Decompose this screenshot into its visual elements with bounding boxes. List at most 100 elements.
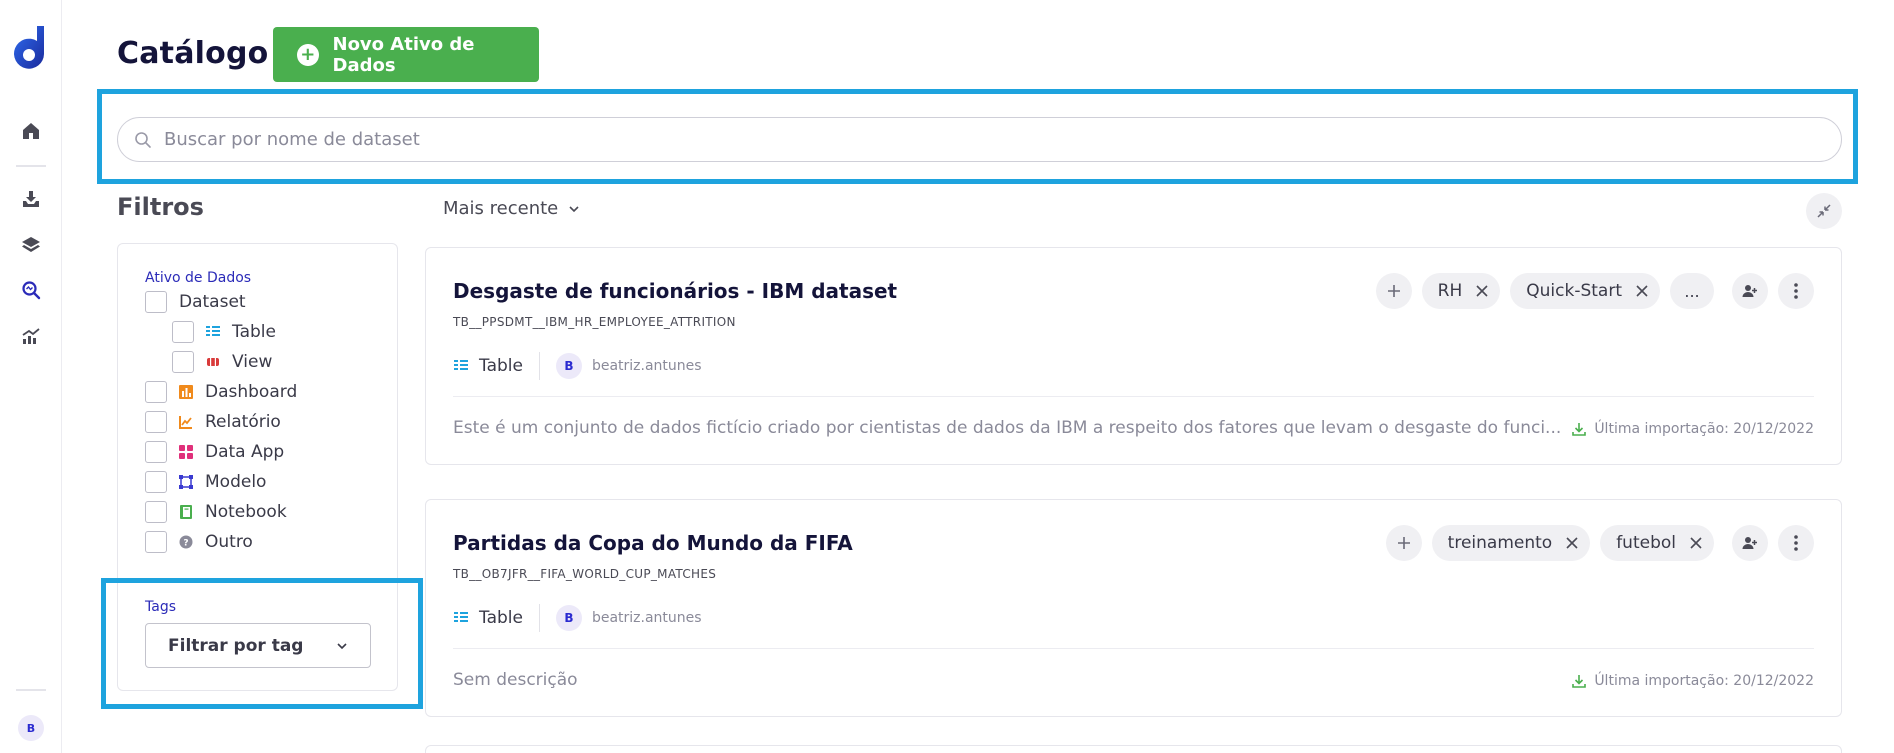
filter-item-dashboard[interactable]: Dashboard: [145, 381, 297, 403]
filter-item-label: View: [232, 352, 273, 372]
last-import-text: Última importação: 20/12/2022: [1594, 673, 1814, 689]
model-icon: [179, 475, 193, 489]
checkbox[interactable]: [145, 381, 167, 403]
filter-item-table[interactable]: Table: [172, 321, 276, 343]
tag-chip: RH: [1421, 273, 1501, 309]
share-user-button[interactable]: [1732, 273, 1768, 309]
plus-circle-icon: +: [297, 43, 319, 66]
close-icon[interactable]: [1636, 285, 1648, 297]
more-tags-button[interactable]: ...: [1670, 273, 1714, 309]
new-data-asset-button[interactable]: + Novo Ativo de Dados: [273, 27, 539, 82]
card-divider: [453, 396, 1814, 397]
sort-label: Mais recente: [443, 198, 559, 219]
filters-title: Filtros: [117, 193, 204, 221]
plus-icon: [1387, 285, 1400, 297]
catalog-search-icon[interactable]: [19, 278, 43, 302]
filter-item-label: Outro: [205, 532, 253, 552]
filter-item-model[interactable]: Modelo: [145, 471, 266, 493]
add-user-icon: [1742, 537, 1757, 549]
filter-item-notebook[interactable]: Notebook: [145, 501, 287, 523]
tag-chip: treinamento: [1431, 525, 1591, 561]
asset-type-group-label: Ativo de Dados: [145, 270, 252, 286]
tag-chip: futebol: [1600, 525, 1714, 561]
download-icon: [1572, 675, 1587, 688]
sort-dropdown[interactable]: Mais recente: [443, 198, 580, 219]
close-icon[interactable]: [1690, 537, 1702, 549]
filter-item-label: Data App: [205, 442, 285, 462]
table-icon: [454, 360, 468, 370]
report-icon: [179, 416, 192, 429]
tags-label: Tags: [145, 599, 176, 615]
dataset-title[interactable]: Desgaste de funcionários - IBM dataset: [453, 279, 897, 303]
dataset-description: Sem descrição: [453, 670, 578, 690]
dashboard-icon: [179, 385, 193, 399]
share-user-button[interactable]: [1732, 525, 1768, 561]
tag-chip: Quick-Start: [1510, 273, 1660, 309]
user-avatar[interactable]: B: [18, 715, 44, 741]
chevron-down-icon: [569, 205, 579, 212]
dataset-card[interactable]: Partidas da Copa do Mundo da FIFA TB__OB…: [425, 499, 1842, 717]
filter-item-other[interactable]: ? Outro: [145, 531, 253, 553]
tag-chip-label: treinamento: [1447, 533, 1553, 553]
filter-item-label: Relatório: [205, 412, 281, 432]
dataset-technical-name: TB__PPSDMT__IBM_HR_EMPLOYEE_ATTRITION: [453, 315, 736, 329]
checkbox[interactable]: [145, 471, 167, 493]
dataset-type: Table: [479, 356, 523, 376]
filter-item-view[interactable]: View: [172, 351, 272, 373]
checkbox[interactable]: [145, 411, 167, 433]
card-actions: RH Quick-Start ...: [1375, 273, 1814, 309]
search-placeholder: Buscar por nome de dataset: [164, 129, 420, 150]
table-icon: [454, 612, 468, 622]
owner-name[interactable]: beatriz.antunes: [592, 358, 702, 374]
dataset-meta: Table B beatriz.antunes: [453, 604, 702, 632]
tag-filter-select-value: Filtrar por tag: [168, 635, 304, 656]
filter-item-data-app[interactable]: Data App: [145, 441, 284, 463]
help-circle-icon: ?: [179, 535, 193, 549]
filter-item-report[interactable]: Relatório: [145, 411, 281, 433]
checkbox[interactable]: [172, 321, 194, 343]
search-input[interactable]: Buscar por nome de dataset: [117, 117, 1842, 162]
dataset-title[interactable]: Partidas da Copa do Mundo da FIFA: [453, 531, 853, 555]
dataset-card[interactable]: Desgaste de funcionários - IBM dataset T…: [425, 247, 1842, 465]
last-import: Última importação: 20/12/2022: [1572, 421, 1814, 437]
app-logo[interactable]: [10, 24, 48, 74]
filter-item-label: Dataset: [179, 292, 246, 312]
analytics-icon[interactable]: [19, 324, 43, 348]
tag-chip-label: RH: [1437, 281, 1463, 301]
data-app-icon: [179, 445, 193, 459]
more-vertical-icon: [1794, 283, 1798, 299]
layers-icon[interactable]: [19, 233, 43, 257]
close-icon[interactable]: [1566, 537, 1578, 549]
checkbox[interactable]: [145, 531, 167, 553]
tag-chip-label: futebol: [1616, 533, 1676, 553]
tag-chip-label: Quick-Start: [1526, 281, 1622, 301]
more-options-button[interactable]: [1778, 273, 1814, 309]
filter-item-dataset[interactable]: Dataset: [145, 291, 246, 313]
checkbox[interactable]: [172, 351, 194, 373]
table-icon: [206, 326, 220, 336]
home-icon[interactable]: [19, 119, 43, 143]
close-icon[interactable]: [1476, 285, 1488, 297]
filter-item-label: Table: [232, 322, 276, 342]
page-title: Catálogo: [117, 36, 269, 71]
meta-divider: [538, 604, 540, 632]
checkbox[interactable]: [145, 441, 167, 463]
owner-name[interactable]: beatriz.antunes: [592, 610, 702, 626]
more-options-button[interactable]: [1778, 525, 1814, 561]
meta-divider: [538, 352, 540, 380]
add-tag-button[interactable]: [1385, 525, 1422, 561]
chevron-down-icon: [337, 642, 347, 649]
svg-text:?: ?: [183, 539, 188, 549]
filter-item-label: Notebook: [205, 502, 287, 522]
app-root: B Catálogo + Novo Ativo de Dados Buscar …: [0, 0, 1894, 753]
add-tag-button[interactable]: [1375, 273, 1412, 309]
filter-item-label: Modelo: [205, 472, 267, 492]
checkbox[interactable]: [145, 501, 167, 523]
collapse-button[interactable]: [1806, 193, 1842, 229]
search-icon: [135, 131, 151, 148]
import-icon[interactable]: [19, 187, 43, 211]
checkbox[interactable]: [145, 291, 167, 313]
tag-filter-select[interactable]: Filtrar por tag: [145, 623, 371, 668]
add-user-icon: [1742, 285, 1757, 297]
notebook-icon: [180, 505, 192, 519]
